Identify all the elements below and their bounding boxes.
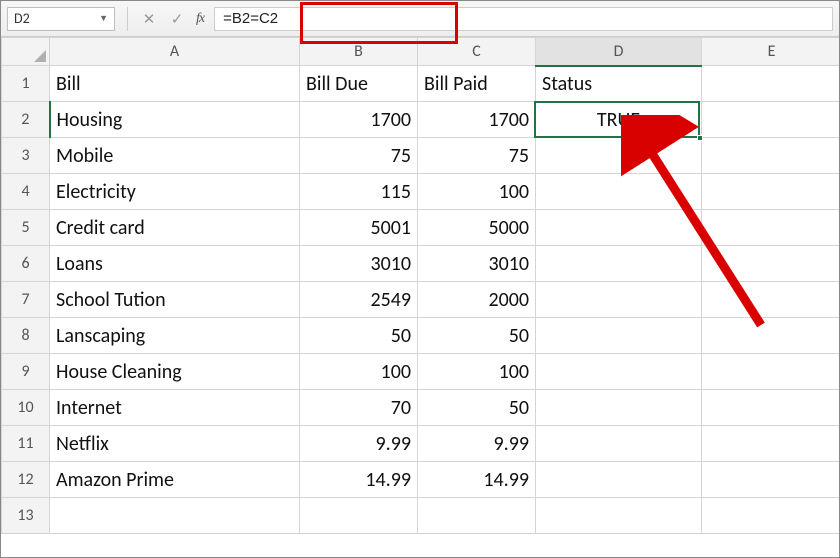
cell-D7[interactable]: [536, 282, 702, 318]
cell-B5[interactable]: 5001: [300, 210, 418, 246]
row-header-5[interactable]: 5: [2, 210, 50, 246]
enter-icon[interactable]: ✓: [168, 10, 186, 28]
cell-A6[interactable]: Loans: [50, 246, 300, 282]
name-box-dropdown-icon[interactable]: ▼: [99, 13, 108, 24]
cell-E11[interactable]: [702, 426, 840, 462]
cell-B10[interactable]: 70: [300, 390, 418, 426]
cell-D2[interactable]: TRUE: [536, 102, 702, 138]
formula-toolbar: D2 ▼ ✕ ✓ fx: [1, 1, 839, 37]
row-header-9[interactable]: 9: [2, 354, 50, 390]
cell-E9[interactable]: [702, 354, 840, 390]
cell-B2[interactable]: 1700: [300, 102, 418, 138]
cell-C1[interactable]: Bill Paid: [418, 66, 536, 102]
cell-A13[interactable]: [50, 498, 300, 534]
cell-D3[interactable]: [536, 138, 702, 174]
grid[interactable]: A B C D E 1 Bill Bill Due Bill Paid Stat…: [1, 37, 839, 534]
cell-C9[interactable]: 100: [418, 354, 536, 390]
row-header-4[interactable]: 4: [2, 174, 50, 210]
cell-D1[interactable]: Status: [536, 66, 702, 102]
cell-C8[interactable]: 50: [418, 318, 536, 354]
row-header-7[interactable]: 7: [2, 282, 50, 318]
cell-D10[interactable]: [536, 390, 702, 426]
cell-B12[interactable]: 14.99: [300, 462, 418, 498]
cell-A3[interactable]: Mobile: [50, 138, 300, 174]
col-header-D[interactable]: D: [536, 38, 702, 66]
formula-bar[interactable]: [214, 7, 833, 31]
cell-B11[interactable]: 9.99: [300, 426, 418, 462]
cell-B7[interactable]: 2549: [300, 282, 418, 318]
select-all-corner[interactable]: [2, 38, 50, 66]
cell-A10[interactable]: Internet: [50, 390, 300, 426]
row-header-8[interactable]: 8: [2, 318, 50, 354]
col-header-C[interactable]: C: [418, 38, 536, 66]
cell-C2[interactable]: 1700: [418, 102, 536, 138]
cell-E5[interactable]: [702, 210, 840, 246]
col-header-B[interactable]: B: [300, 38, 418, 66]
cell-A2[interactable]: Housing: [50, 102, 300, 138]
cell-A4[interactable]: Electricity: [50, 174, 300, 210]
cell-B13[interactable]: [300, 498, 418, 534]
col-header-A[interactable]: A: [50, 38, 300, 66]
cell-B4[interactable]: 115: [300, 174, 418, 210]
cell-E8[interactable]: [702, 318, 840, 354]
cell-E4[interactable]: [702, 174, 840, 210]
name-box[interactable]: D2 ▼: [7, 7, 115, 31]
cell-D4[interactable]: [536, 174, 702, 210]
cell-A5[interactable]: Credit card: [50, 210, 300, 246]
cell-A8[interactable]: Lanscaping: [50, 318, 300, 354]
cell-E10[interactable]: [702, 390, 840, 426]
cell-C4[interactable]: 100: [418, 174, 536, 210]
cell-B3[interactable]: 75: [300, 138, 418, 174]
cell-E7[interactable]: [702, 282, 840, 318]
cell-B8[interactable]: 50: [300, 318, 418, 354]
cell-C6[interactable]: 3010: [418, 246, 536, 282]
name-box-value: D2: [14, 10, 30, 27]
worksheet[interactable]: A B C D E 1 Bill Bill Due Bill Paid Stat…: [1, 37, 839, 557]
cell-B6[interactable]: 3010: [300, 246, 418, 282]
fill-handle[interactable]: [697, 135, 703, 141]
cell-A12[interactable]: Amazon Prime: [50, 462, 300, 498]
cell-C10[interactable]: 50: [418, 390, 536, 426]
formula-buttons: ✕ ✓ fx: [140, 10, 204, 28]
cell-E2[interactable]: [702, 102, 840, 138]
cell-C13[interactable]: [418, 498, 536, 534]
row-header-13[interactable]: 13: [2, 498, 50, 534]
cell-D6[interactable]: [536, 246, 702, 282]
cell-E6[interactable]: [702, 246, 840, 282]
toolbar-divider: [127, 7, 128, 31]
cell-D8[interactable]: [536, 318, 702, 354]
fx-icon[interactable]: fx: [196, 11, 204, 27]
col-header-E[interactable]: E: [702, 38, 840, 66]
row-header-6[interactable]: 6: [2, 246, 50, 282]
cell-D11[interactable]: [536, 426, 702, 462]
cell-D12[interactable]: [536, 462, 702, 498]
row-header-2[interactable]: 2: [2, 102, 50, 138]
cell-E1[interactable]: [702, 66, 840, 102]
cell-A9[interactable]: House Cleaning: [50, 354, 300, 390]
cancel-icon[interactable]: ✕: [140, 10, 158, 28]
cell-D5[interactable]: [536, 210, 702, 246]
row-header-3[interactable]: 3: [2, 138, 50, 174]
cell-D9[interactable]: [536, 354, 702, 390]
cell-C3[interactable]: 75: [418, 138, 536, 174]
cell-A1[interactable]: Bill: [50, 66, 300, 102]
cell-A11[interactable]: Netflix: [50, 426, 300, 462]
cell-C12[interactable]: 14.99: [418, 462, 536, 498]
row-header-1[interactable]: 1: [2, 66, 50, 102]
cell-C5[interactable]: 5000: [418, 210, 536, 246]
cell-E3[interactable]: [702, 138, 840, 174]
cell-E12[interactable]: [702, 462, 840, 498]
row-header-12[interactable]: 12: [2, 462, 50, 498]
cell-C11[interactable]: 9.99: [418, 426, 536, 462]
row-header-11[interactable]: 11: [2, 426, 50, 462]
cell-D13[interactable]: [536, 498, 702, 534]
cell-A7[interactable]: School Tution: [50, 282, 300, 318]
cell-B9[interactable]: 100: [300, 354, 418, 390]
cell-E13[interactable]: [702, 498, 840, 534]
row-header-10[interactable]: 10: [2, 390, 50, 426]
cell-B1[interactable]: Bill Due: [300, 66, 418, 102]
cell-C7[interactable]: 2000: [418, 282, 536, 318]
